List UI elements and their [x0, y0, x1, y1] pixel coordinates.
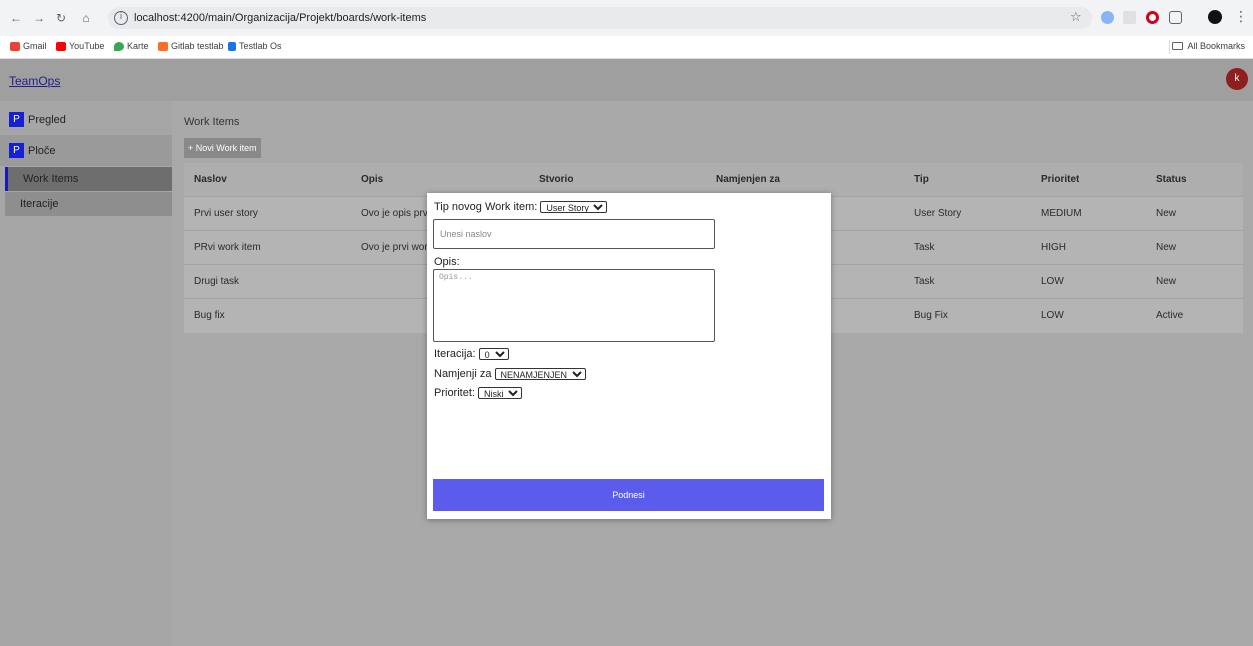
- assign-select[interactable]: NENAMJENJEN: [494, 368, 586, 381]
- cell-tip: Task: [914, 242, 935, 253]
- cell-status: Active: [1156, 310, 1184, 321]
- folder-icon: [1172, 42, 1184, 50]
- extension-icon[interactable]: [1101, 11, 1114, 24]
- opera-icon[interactable]: [1146, 11, 1159, 24]
- bookmark-gmail[interactable]: Gmail: [10, 41, 47, 51]
- brand-link[interactable]: TeamOps: [9, 74, 60, 88]
- assign-field: Namjenji za NENAMJENJEN: [434, 368, 586, 381]
- gmail-icon: [10, 41, 20, 51]
- title-input[interactable]: [433, 219, 715, 249]
- extensions-puzzle-icon[interactable]: [1169, 11, 1182, 24]
- sidebar: P Pregled P Ploče Work Items Iteracije: [0, 101, 172, 646]
- priority-label: Prioritet:: [434, 387, 475, 399]
- column-header[interactable]: Naslov: [194, 163, 227, 197]
- extension-icon[interactable]: [1123, 11, 1136, 24]
- cell-naslov: Prvi user story: [194, 208, 258, 219]
- page-title: Work Items: [184, 116, 240, 128]
- sidebar-item-pregled[interactable]: P Pregled: [0, 104, 172, 135]
- column-header[interactable]: Opis: [361, 163, 383, 197]
- iteration-select[interactable]: 0: [478, 348, 509, 361]
- description-label: Opis:: [434, 256, 460, 268]
- type-field: Tip novog Work item: User Story: [434, 201, 608, 214]
- new-work-item-button[interactable]: + Novi Work item: [184, 138, 261, 158]
- all-bookmarks-button[interactable]: All Bookmarks: [1172, 41, 1245, 51]
- home-icon[interactable]: ⌂: [79, 11, 93, 25]
- back-icon[interactable]: ←: [9, 11, 23, 25]
- bookmark-testlab[interactable]: Testlab Os: [228, 41, 282, 51]
- bookmark-karte[interactable]: Karte: [114, 41, 149, 51]
- table-header-row: Naslov Opis Stvorio Namjenjen za Tip Pri…: [184, 163, 1243, 197]
- bookmark-star-icon[interactable]: ☆: [1070, 9, 1082, 25]
- info-icon[interactable]: i: [114, 11, 128, 25]
- address-bar[interactable]: i localhost:4200/main/Organizacija/Proje…: [108, 7, 1092, 29]
- new-work-item-modal: Tip novog Work item: User Story Opis: It…: [427, 193, 831, 519]
- browser-toolbar: ← → ↻ ⌂ i localhost:4200/main/Organizaci…: [0, 0, 1253, 36]
- bookmark-youtube[interactable]: YouTube: [56, 41, 104, 51]
- project-badge: P: [9, 112, 24, 127]
- more-menu-icon[interactable]: ⋮: [1234, 8, 1248, 24]
- cell-tip: User Story: [914, 208, 962, 219]
- bookmarks-separator: [1169, 40, 1170, 54]
- bookmarks-bar: Gmail YouTube Karte Gitlab testlab Testl…: [0, 36, 1253, 59]
- cell-prioritet: LOW: [1041, 310, 1064, 321]
- cell-opis: Ovo je prvi wor...: [361, 242, 431, 253]
- priority-field: Prioritet: Niski: [434, 387, 523, 400]
- cell-naslov: PRvi work item: [194, 242, 261, 253]
- profile-icon[interactable]: [1208, 10, 1222, 24]
- youtube-icon: [56, 41, 66, 51]
- cell-tip: Task: [914, 276, 935, 287]
- cell-prioritet: MEDIUM: [1041, 208, 1082, 219]
- sidebar-subitem-label: Work Items: [23, 173, 79, 185]
- priority-select[interactable]: Niski: [478, 387, 523, 400]
- column-header[interactable]: Status: [1156, 163, 1187, 197]
- column-header[interactable]: Namjenjen za: [716, 163, 780, 197]
- cell-status: New: [1156, 276, 1177, 287]
- cell-prioritet: HIGH: [1041, 242, 1066, 253]
- type-select[interactable]: User Story: [540, 201, 608, 214]
- submit-button[interactable]: Podnesi: [433, 479, 824, 511]
- cell-tip: Bug Fix: [914, 310, 948, 321]
- cell-opis: Ovo je opis prv...: [361, 208, 431, 219]
- user-avatar[interactable]: k: [1226, 68, 1248, 90]
- sidebar-subitem-work-items[interactable]: Work Items: [5, 167, 172, 191]
- cell-prioritet: LOW: [1041, 276, 1064, 287]
- forward-icon[interactable]: →: [32, 11, 46, 25]
- sidebar-item-label: Ploče: [28, 144, 56, 157]
- sidebar-item-label: Pregled: [28, 113, 66, 126]
- column-header[interactable]: Tip: [914, 163, 929, 197]
- sidebar-subitem-iteracije[interactable]: Iteracije: [5, 192, 172, 216]
- bookmark-gitlab[interactable]: Gitlab testlab: [158, 41, 224, 51]
- gitlab-icon: [158, 41, 168, 51]
- sidebar-item-ploce[interactable]: P Ploče: [0, 135, 172, 166]
- cell-status: New: [1156, 208, 1177, 219]
- description-textarea[interactable]: [433, 269, 715, 342]
- column-header[interactable]: Prioritet: [1041, 163, 1079, 197]
- project-badge: P: [9, 143, 24, 158]
- assign-label: Namjenji za: [434, 368, 492, 380]
- cell-naslov: Drugi task: [194, 276, 240, 287]
- cell-naslov: Bug fix: [194, 310, 225, 321]
- sidebar-subitem-label: Iteracije: [20, 198, 59, 210]
- type-label: Tip novog Work item:: [434, 201, 538, 213]
- cell-status: New: [1156, 242, 1177, 253]
- app-header: TeamOps k: [0, 59, 1253, 101]
- url-text: localhost:4200/main/Organizacija/Projekt…: [134, 12, 427, 24]
- iteration-field: Iteracija: 0: [434, 348, 509, 361]
- reload-icon[interactable]: ↻: [54, 11, 68, 25]
- column-header[interactable]: Stvorio: [539, 163, 573, 197]
- maps-pin-icon: [114, 41, 124, 51]
- testlab-icon: [228, 41, 236, 51]
- iteration-label: Iteracija:: [434, 348, 476, 360]
